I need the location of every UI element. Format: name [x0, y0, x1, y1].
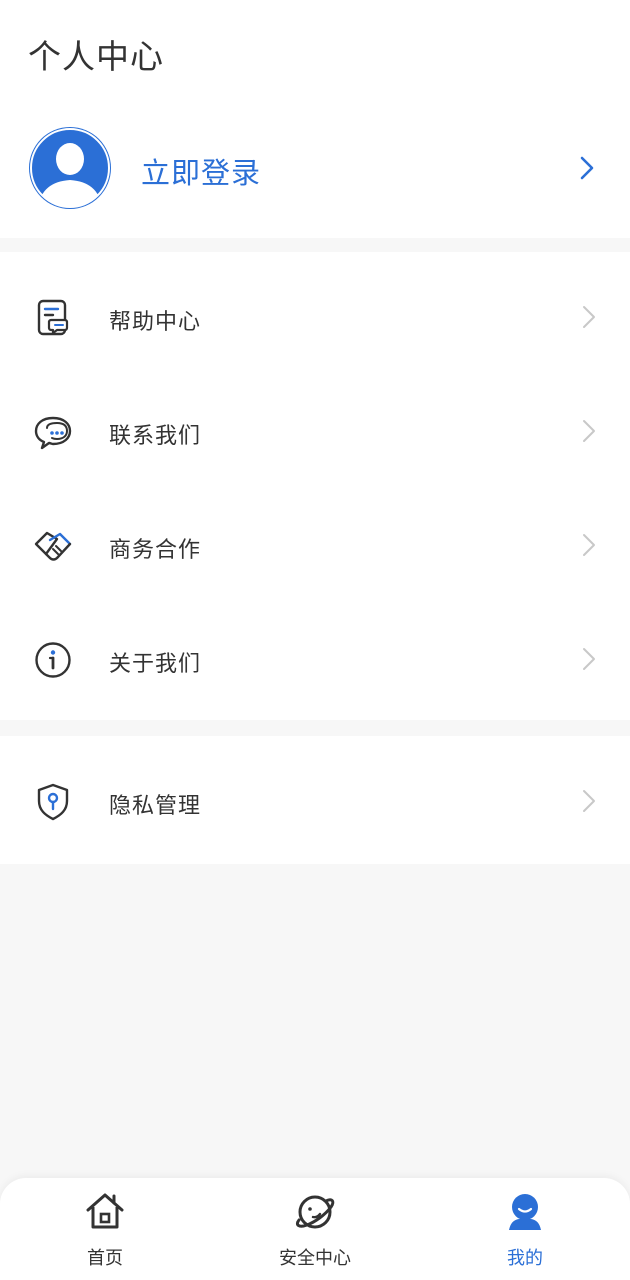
planet-icon [295, 1195, 335, 1229]
tab-label: 首页 [87, 1248, 123, 1269]
chat-bubble-icon [34, 416, 72, 450]
menu-item-label: 帮助中心 [109, 310, 202, 335]
login-link[interactable]: 立即登录 [141, 150, 261, 192]
menu-group-main: 帮助中心 联系我们 商务合作 关于我们 [0, 252, 630, 720]
menu-item-label: 隐私管理 [109, 794, 202, 819]
chevron-right-icon [583, 790, 595, 812]
menu-item-contact-us[interactable]: 联系我们 [0, 374, 630, 488]
menu-item-help-center[interactable]: 帮助中心 [0, 260, 630, 374]
menu-item-business-cooperation[interactable]: 商务合作 [0, 488, 630, 602]
tab-home[interactable]: 首页 [0, 1178, 210, 1280]
home-icon [86, 1193, 124, 1229]
chevron-right-icon [583, 648, 595, 670]
profile-page: 个人中心 立即登录 帮助中心 联系我们 商务合作 关于我们 隐私管理 首页 安全… [0, 0, 630, 1280]
chevron-right-icon [580, 156, 594, 180]
bottom-tab-bar: 首页 安全中心 我的 [0, 1178, 630, 1280]
menu-item-label: 联系我们 [109, 424, 202, 449]
chevron-right-icon [583, 534, 595, 556]
avatar[interactable] [28, 126, 112, 210]
menu-group-privacy: 隐私管理 [0, 736, 630, 864]
tab-label: 我的 [507, 1248, 543, 1269]
info-icon [35, 642, 71, 678]
tab-security-center[interactable]: 安全中心 [210, 1178, 420, 1280]
privacy-shield-icon [37, 783, 69, 821]
help-document-icon [37, 299, 69, 336]
menu-item-label: 商务合作 [109, 538, 202, 563]
tab-mine[interactable]: 我的 [420, 1178, 630, 1280]
chevron-right-icon [583, 306, 595, 328]
profile-icon [509, 1194, 541, 1230]
menu-item-privacy-management[interactable]: 隐私管理 [0, 744, 630, 858]
chevron-right-icon [583, 420, 595, 442]
tab-label: 安全中心 [279, 1248, 351, 1269]
menu-item-about-us[interactable]: 关于我们 [0, 602, 630, 716]
profile-header: 个人中心 立即登录 [0, 0, 630, 238]
login-row[interactable]: 立即登录 [0, 120, 630, 220]
handshake-icon [34, 531, 72, 561]
menu-item-label: 关于我们 [109, 652, 202, 677]
page-title: 个人中心 [28, 37, 164, 76]
